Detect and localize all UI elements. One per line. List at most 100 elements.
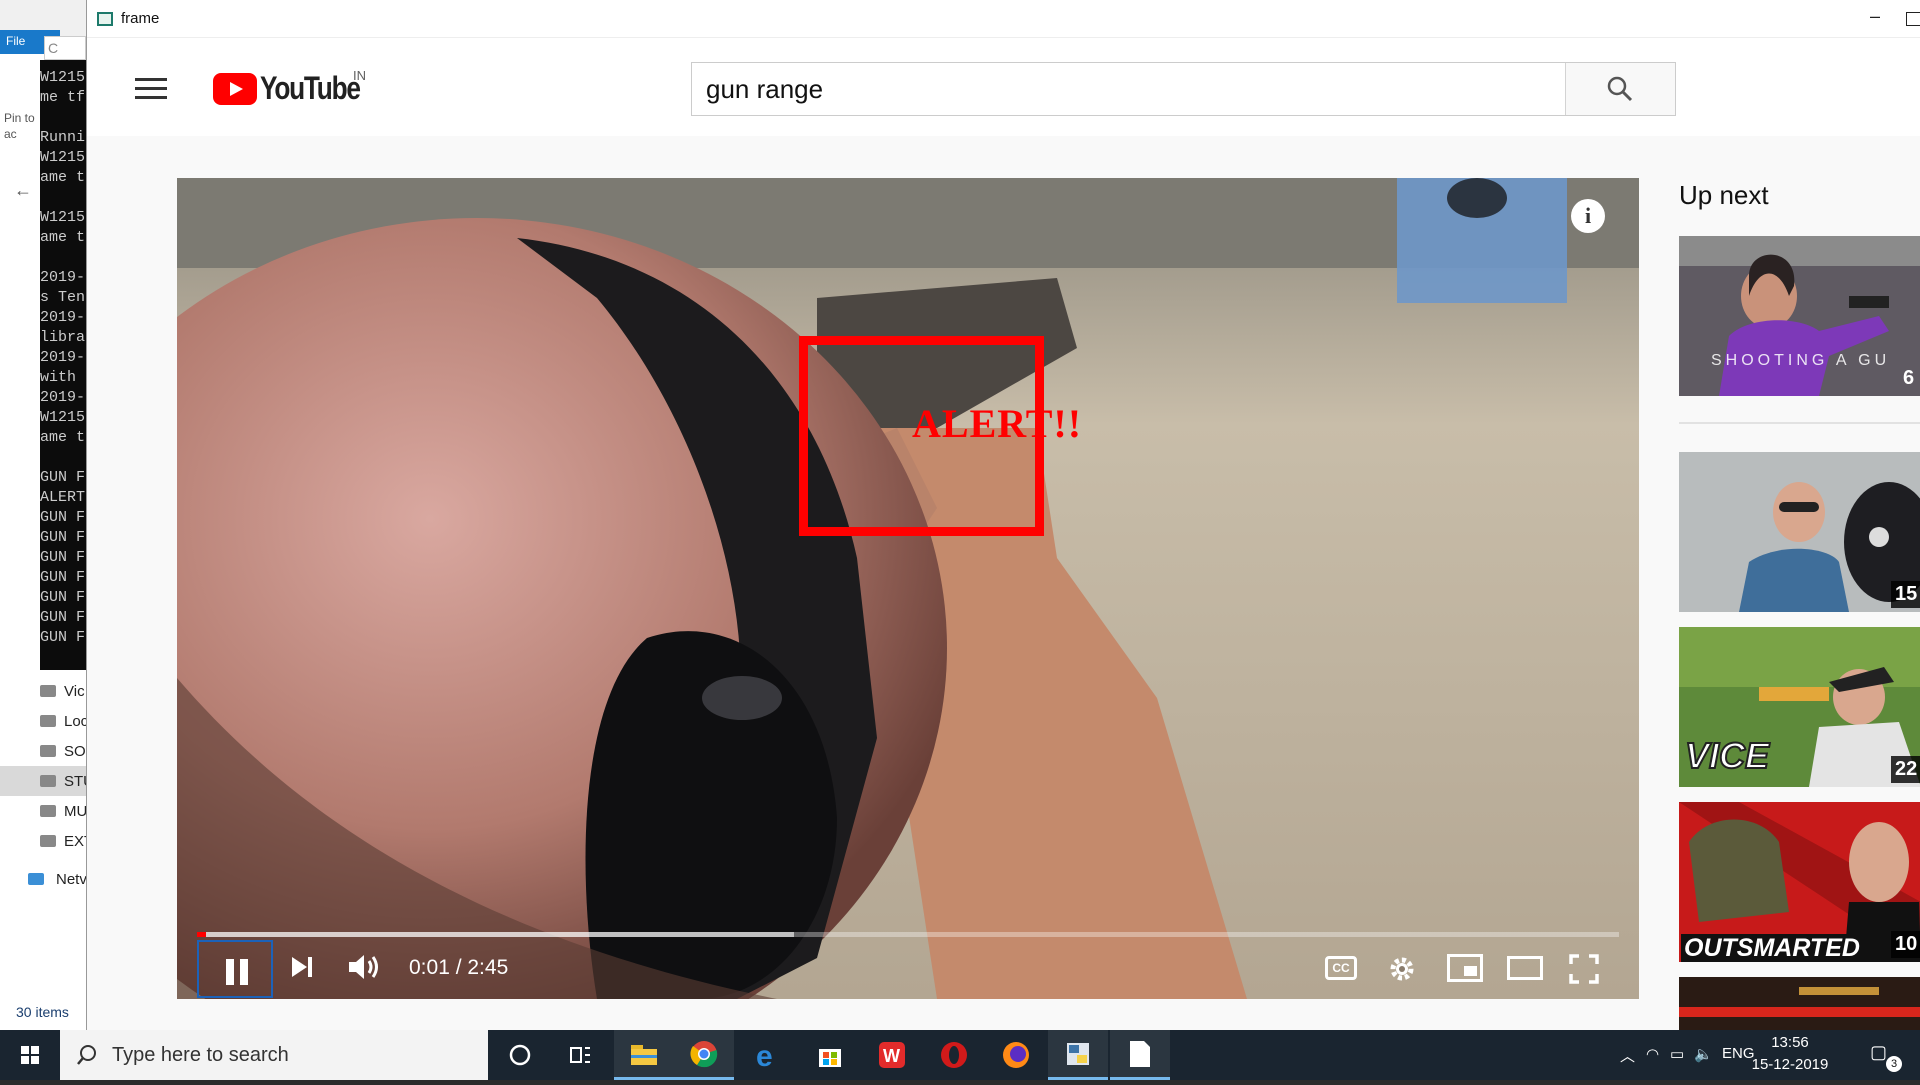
opera-icon <box>941 1042 967 1068</box>
video-duration: 15 <box>1891 581 1920 608</box>
items-count: 30 items <box>16 1004 69 1020</box>
console-output: W1215 me tf Runni W1215 ame t W1215 ame t 20… <box>40 60 86 670</box>
console-line: ame t <box>40 429 86 446</box>
console-line: W1215 <box>40 149 86 166</box>
pin-to-quick-access[interactable]: Pin to ac <box>4 110 35 142</box>
info-icon[interactable]: i <box>1571 199 1605 233</box>
python-icon <box>1067 1042 1089 1065</box>
drive-icon <box>40 745 56 757</box>
tree-item-local-disk[interactable]: Loc <box>0 706 86 736</box>
up-next-video-1[interactable]: SHOOTING A GU 6 <box>1679 236 1920 396</box>
up-next-heading: Up next <box>1679 180 1769 210</box>
tree-item-drive-stu[interactable]: STU <box>0 766 86 796</box>
tree-item-drive-mu[interactable]: MU <box>0 796 86 826</box>
console-line: libra <box>40 329 86 346</box>
next-video-icon[interactable] <box>289 954 315 980</box>
video-player[interactable]: i ALERT!! 0:01 / 2:45 CC <box>177 178 1639 999</box>
clock-date[interactable]: 15-12-2019 <box>1750 1056 1830 1073</box>
show-hidden-icons-icon[interactable]: ︿ <box>1620 1045 1635 1066</box>
taskbar-store[interactable] <box>800 1030 860 1080</box>
hamburger-menu-icon[interactable] <box>135 78 167 100</box>
video-duration: 10 <box>1891 931 1920 958</box>
search-button[interactable] <box>1565 63 1675 115</box>
svg-text:W: W <box>883 1046 900 1066</box>
maximize-button[interactable] <box>1906 12 1920 26</box>
player-controls: 0:01 / 2:45 CC <box>177 938 1639 998</box>
taskbar-search-box[interactable]: Type here to search <box>60 1030 488 1080</box>
console-line: Runni <box>40 129 86 146</box>
console-title: C <box>44 36 86 60</box>
thumbnail-image <box>1679 452 1920 612</box>
pause-button[interactable] <box>197 940 273 998</box>
console-line: GUN F <box>40 509 86 526</box>
up-next-video-4[interactable]: OUTSMARTED 10 <box>1679 802 1920 962</box>
youtube-header: YouTube IN <box>87 38 1920 136</box>
cortana-circle-icon <box>509 1044 531 1066</box>
battery-icon[interactable]: ▭ <box>1670 1045 1684 1063</box>
taskbar-chrome[interactable] <box>674 1030 734 1080</box>
search-input[interactable] <box>692 63 1565 115</box>
up-next-video-2[interactable]: 15 <box>1679 452 1920 612</box>
tree-item-drive-so[interactable]: SO <box>0 736 86 766</box>
up-next-video-3[interactable]: VICE 22 <box>1679 627 1920 787</box>
youtube-wordmark: YouTube <box>260 70 361 106</box>
time-display: 0:01 / 2:45 <box>409 956 509 979</box>
notification-count-badge: 3 <box>1886 1056 1902 1072</box>
drive-icon <box>40 835 56 847</box>
console-line: me tf <box>40 89 86 106</box>
drive-icon <box>40 805 56 817</box>
cortana-button[interactable] <box>490 1030 550 1080</box>
back-arrow-icon[interactable]: ← <box>14 180 32 201</box>
task-view-button[interactable] <box>550 1030 610 1080</box>
notifications-icon[interactable]: ▢ <box>1870 1042 1887 1063</box>
taskbar-search-placeholder: Type here to search <box>112 1043 289 1066</box>
taskbar-file-explorer[interactable] <box>614 1030 674 1080</box>
console-line: ALERT <box>40 489 86 506</box>
svg-text:e: e <box>756 1040 773 1070</box>
minimize-button[interactable]: – <box>1870 6 1880 27</box>
wifi-icon[interactable]: ◠ <box>1646 1045 1659 1063</box>
start-button[interactable] <box>0 1030 60 1080</box>
console-line: s Ten <box>40 289 86 306</box>
taskbar-wps[interactable]: W <box>862 1030 922 1080</box>
console-line: GUN F <box>40 469 86 486</box>
edge-icon: e <box>756 1040 773 1070</box>
drive-icon <box>40 775 56 787</box>
taskbar-python[interactable] <box>1048 1030 1108 1080</box>
console-line: 2019- <box>40 269 86 286</box>
captions-button[interactable]: CC <box>1325 956 1357 980</box>
tree-item-network[interactable]: Netv <box>0 864 86 894</box>
console-line: W1215 <box>40 409 86 426</box>
window-titlebar: frame – <box>87 0 1920 38</box>
thumbnail-image <box>1679 236 1920 396</box>
console-line: 2019- <box>40 349 86 366</box>
taskbar-opera[interactable] <box>924 1030 984 1080</box>
clock-time[interactable]: 13:56 <box>1750 1034 1830 1051</box>
taskbar-frame-window[interactable] <box>1110 1030 1170 1080</box>
wps-icon: W <box>879 1042 905 1068</box>
video-duration: 22 <box>1891 756 1920 783</box>
navigation-tree: Vic Loc SO STU MU EXT Netv <box>0 676 86 894</box>
console-line: GUN F <box>40 589 86 606</box>
progress-bar[interactable] <box>197 932 1619 937</box>
taskbar-edge[interactable]: e <box>738 1030 798 1080</box>
frame-window: frame – YouTube IN gun range i ALERT!! 0… <box>86 0 1920 1030</box>
thumbnail-image <box>1679 977 1920 1030</box>
volume-icon[interactable]: 🔈 <box>1694 1045 1713 1063</box>
thumbnail-caption: VICE <box>1684 734 1770 777</box>
theater-mode-icon[interactable] <box>1507 956 1543 980</box>
miniplayer-icon[interactable] <box>1447 954 1483 982</box>
search-icon <box>77 1045 96 1065</box>
settings-gear-icon[interactable] <box>1387 954 1417 984</box>
alert-label: ALERT!! <box>912 401 1083 446</box>
up-next-video-5[interactable] <box>1679 977 1920 1030</box>
tree-item-videos[interactable]: Vic <box>0 676 86 706</box>
taskbar-firefox[interactable] <box>986 1030 1046 1080</box>
volume-icon[interactable] <box>347 952 383 982</box>
tree-item-drive-ext[interactable]: EXT <box>0 826 86 856</box>
firefox-icon <box>1003 1042 1029 1068</box>
fullscreen-icon[interactable] <box>1569 954 1599 984</box>
